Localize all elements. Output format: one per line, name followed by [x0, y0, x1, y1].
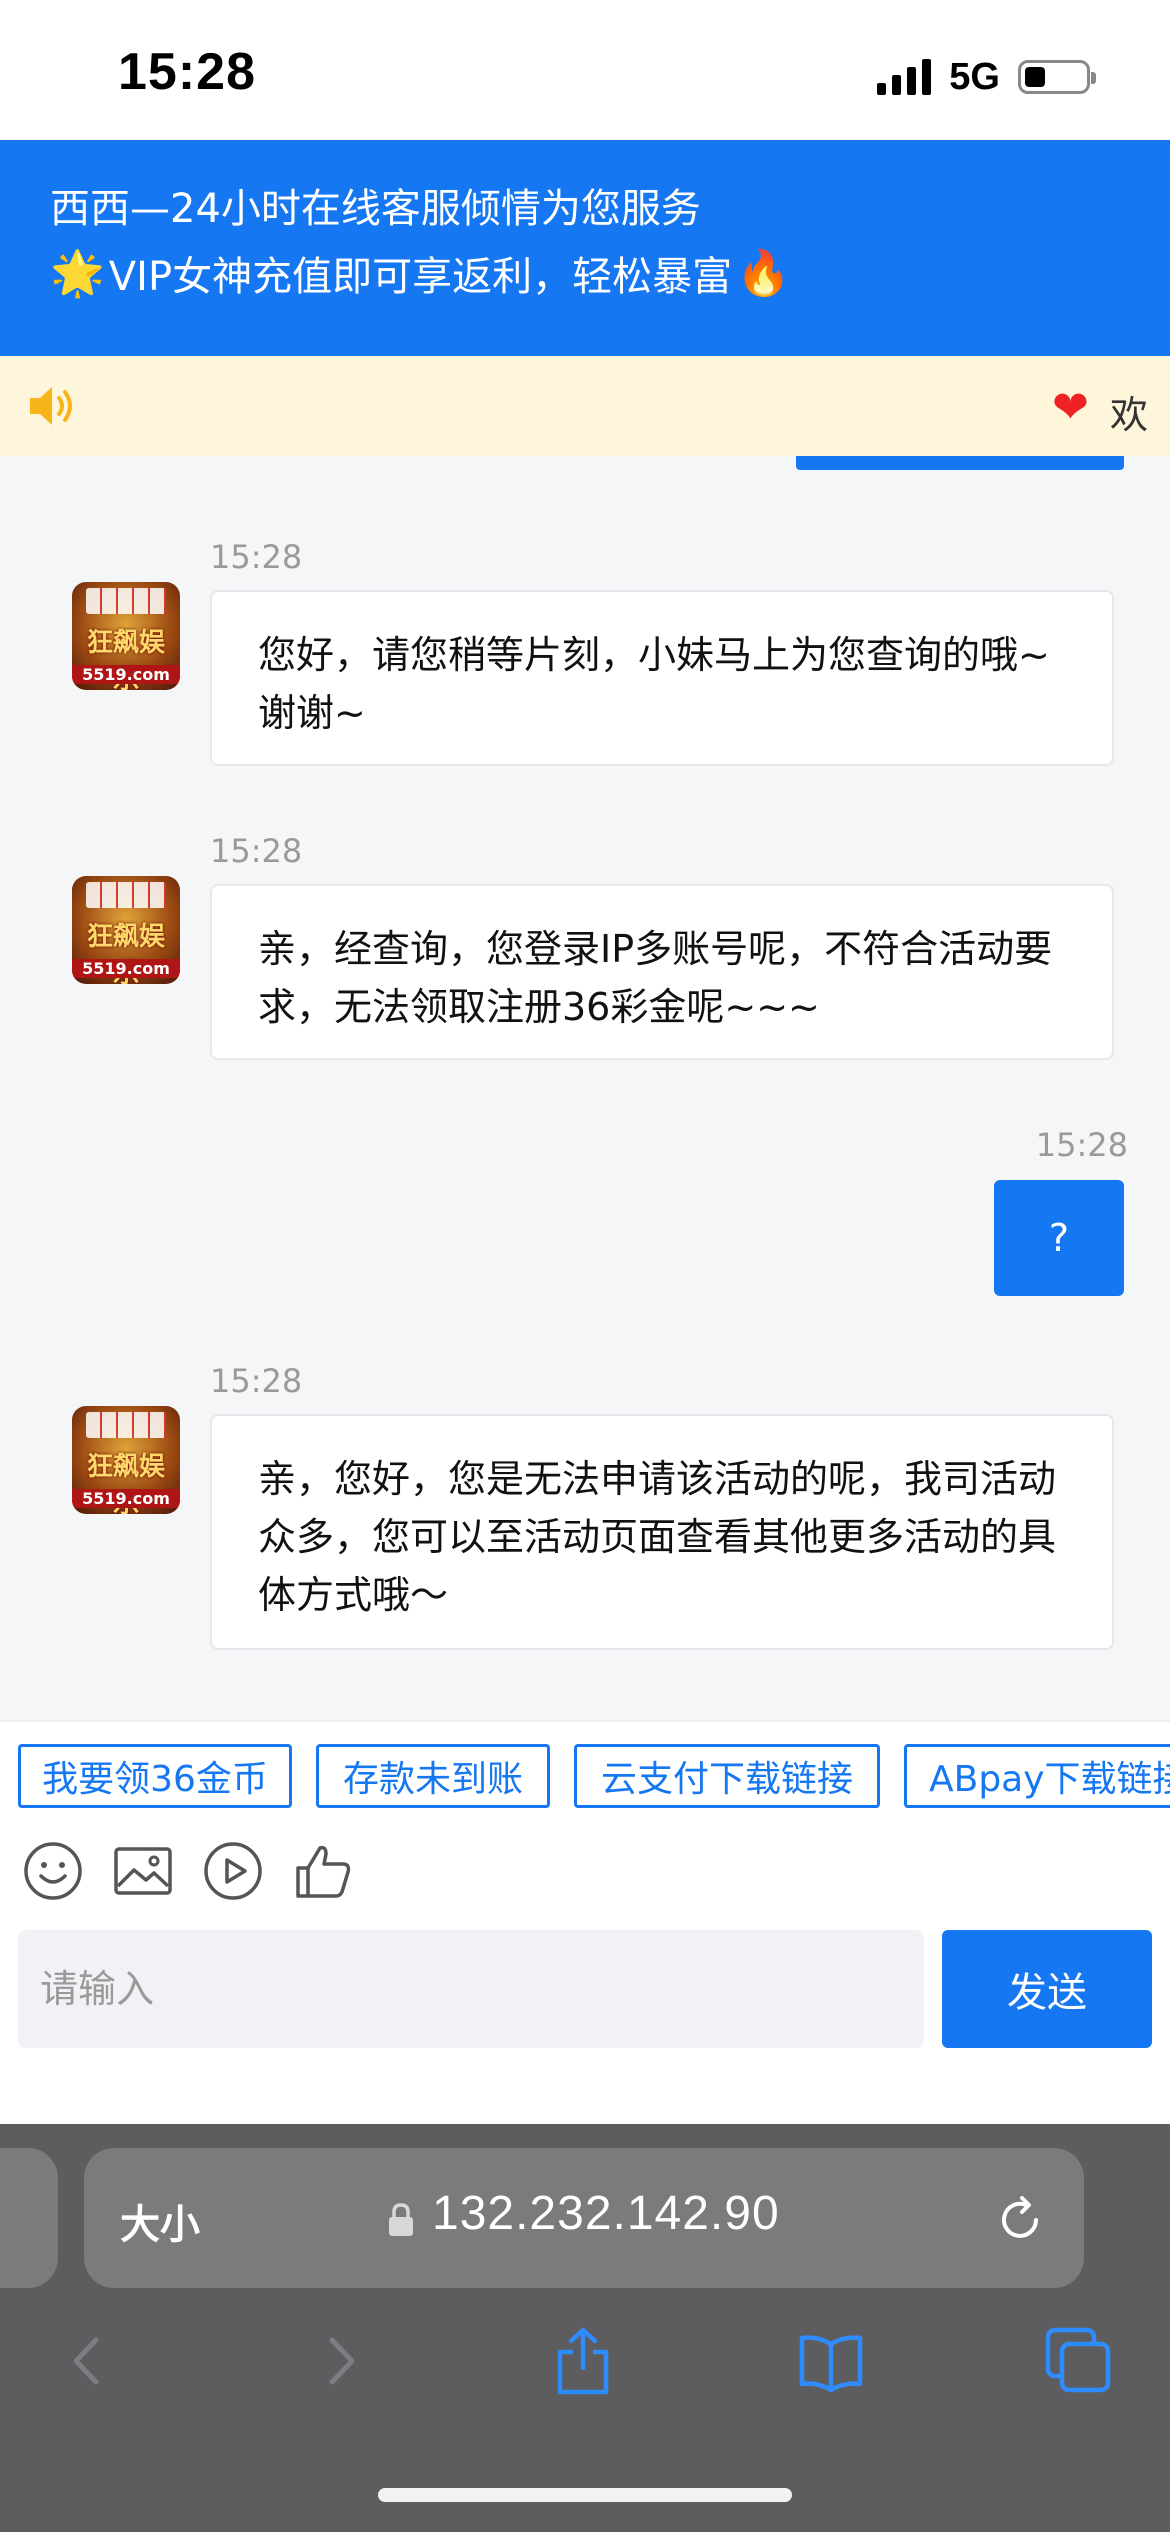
url-text[interactable]: 132.232.142.90 — [432, 2186, 780, 2241]
message-time: 15:28 — [210, 832, 303, 870]
thumbs-up-icon[interactable] — [292, 1840, 354, 1902]
network-type: 5G — [949, 55, 1000, 98]
battery-icon — [1018, 60, 1096, 94]
image-icon[interactable] — [112, 1840, 174, 1902]
status-bar: 15:28 5G — [0, 0, 1170, 140]
agent-message-bubble: 您好，请您稍等片刻，小妹马上为您查询的哦~谢谢~ — [210, 590, 1114, 766]
lock-icon — [389, 2203, 413, 2236]
signal-icon — [877, 59, 932, 95]
fire-icon: 🔥 — [736, 248, 791, 299]
send-button[interactable]: 发送 — [942, 1930, 1152, 2048]
promo-text: VIP女神充值即可享返利，轻松暴富 — [108, 254, 733, 300]
message-time: 15:28 — [1035, 1126, 1128, 1164]
video-icon[interactable] — [202, 1840, 264, 1902]
previous-tab-peek[interactable] — [0, 2148, 58, 2288]
forward-icon[interactable] — [306, 2326, 376, 2396]
message-list[interactable]: 15:28 狂飙娱乐 5519.com 您好，请您稍等片刻，小妹马上为您查询的哦… — [0, 456, 1170, 1720]
browser-toolbar: 大小 132.232.142.90 — [0, 2124, 1170, 2532]
back-icon[interactable] — [52, 2326, 122, 2396]
agent-avatar: 狂飙娱乐 5519.com — [72, 1406, 180, 1514]
emoji-icon[interactable] — [22, 1840, 84, 1902]
notice-scroll-text: 欢 — [1110, 393, 1149, 437]
agent-message-bubble: 亲，经查询，您登录IP多账号呢，不符合活动要求，无法领取注册36彩金呢~~~ — [210, 884, 1114, 1060]
home-indicator[interactable] — [378, 2488, 792, 2502]
agent-avatar: 狂飙娱乐 5519.com — [72, 582, 180, 690]
address-bar[interactable]: 大小 132.232.142.90 — [84, 2148, 1084, 2288]
chat-header: 西西—24小时在线客服倾情为您服务 🌟 VIP女神充值即可享返利，轻松暴富 🔥 — [0, 140, 1170, 356]
quick-reply-button[interactable]: 云支付下载链接 — [574, 1744, 880, 1808]
avatar-site: 5519.com — [72, 665, 180, 684]
quick-reply-button[interactable]: ABpay下载链接 — [904, 1744, 1170, 1808]
bookmarks-icon[interactable] — [796, 2326, 866, 2396]
heart-icon: ❤ — [1052, 382, 1089, 433]
user-message-bubble: ? — [994, 1180, 1124, 1296]
status-indicators: 5G — [877, 52, 1096, 102]
reload-icon[interactable] — [992, 2192, 1048, 2248]
previous-message-bubble — [796, 456, 1124, 470]
share-icon[interactable] — [548, 2326, 618, 2396]
star-icon: 🌟 — [50, 248, 105, 299]
composer-tools — [0, 1826, 1170, 1926]
notice-bar[interactable]: ❤ 欢 — [0, 356, 1170, 456]
text-size-button[interactable]: 大小 — [120, 2192, 200, 2250]
header-title: 西西—24小时在线客服倾情为您服务 — [50, 186, 701, 232]
agent-message-bubble: 亲，您好，您是无法申请该活动的呢，我司活动众多，您可以至活动页面查看其他更多活动… — [210, 1414, 1114, 1650]
header-promo: 🌟 VIP女神充值即可享返利，轻松暴富 🔥 — [50, 244, 791, 302]
speaker-icon — [30, 387, 72, 425]
quick-reply-bar[interactable]: 我要领36金币 存款未到账 云支付下载链接 ABpay下载链接 — [0, 1720, 1170, 1828]
status-time: 15:28 — [118, 43, 256, 101]
avatar-site: 5519.com — [72, 1489, 180, 1508]
message-input[interactable] — [18, 1930, 924, 2048]
quick-reply-button[interactable]: 我要领36金币 — [18, 1744, 292, 1808]
message-time: 15:28 — [210, 538, 303, 576]
message-time: 15:28 — [210, 1362, 303, 1400]
tabs-icon[interactable] — [1044, 2326, 1114, 2396]
composer: 发送 — [0, 1926, 1170, 2124]
agent-avatar: 狂飙娱乐 5519.com — [72, 876, 180, 984]
quick-reply-button[interactable]: 存款未到账 — [316, 1744, 550, 1808]
avatar-site: 5519.com — [72, 959, 180, 978]
